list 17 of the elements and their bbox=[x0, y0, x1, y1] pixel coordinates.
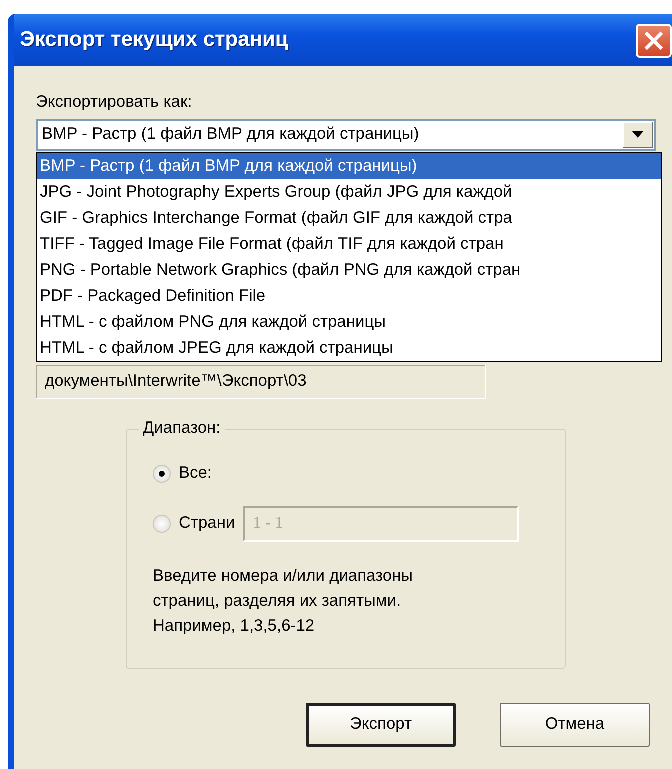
radio-label: Страни bbox=[179, 513, 236, 534]
cancel-button[interactable]: Отмена bbox=[500, 702, 650, 747]
radio-label: Все: bbox=[179, 463, 212, 484]
dropdown-option[interactable]: TIFF - Tagged Image File Format (файл TIF для каждой стран bbox=[37, 231, 661, 257]
path-field[interactable]: документы\Interwrite™\Экспорт\03 bbox=[36, 364, 486, 399]
window-title: Экспорт текущих страниц bbox=[20, 27, 288, 54]
export-button[interactable]: Экспорт bbox=[306, 702, 456, 747]
dropdown-option[interactable]: PDF - Packaged Definition File bbox=[37, 283, 661, 309]
dropdown-option[interactable]: HTML - с файлом PNG для каждой страницы bbox=[37, 309, 661, 335]
dropdown-option[interactable]: BMP - Растр (1 файл BMP для каждой страницы) bbox=[37, 153, 661, 179]
dropdown-option[interactable]: GIF - Graphics Interchange Format (файл GIF для каждой стра bbox=[37, 205, 661, 231]
hint-text: Введите номера и/или диапазоны страниц, разделяя их запятыми. Например, 1,3,5,6-12 bbox=[153, 566, 414, 637]
dropdown-option[interactable]: JPG - Joint Photography Experts Group (файл JPG для каждой bbox=[37, 179, 661, 205]
export-format-label: Экспортировать как: bbox=[36, 92, 192, 113]
dropdown-option[interactable]: HTML - с файлом JPEG для каждой страницы bbox=[37, 335, 661, 361]
format-dropdown[interactable]: BMP - Растр (1 файл BMP для каждой страницы) bbox=[36, 118, 656, 151]
dropdown-option[interactable]: PNG - Portable Network Graphics (файл PNG для каждой стран bbox=[37, 257, 661, 283]
